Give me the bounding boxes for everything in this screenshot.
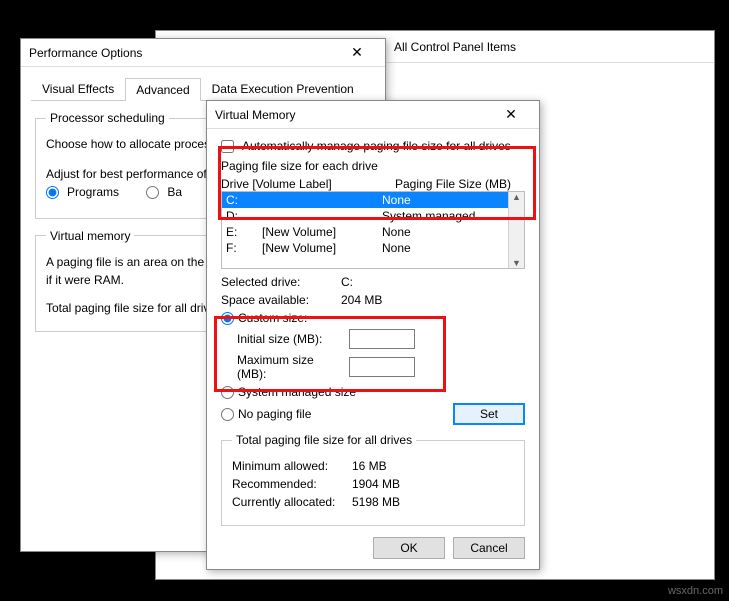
close-icon[interactable]: ✕	[491, 102, 531, 128]
drive-list-scrollbar[interactable]: ▲ ▼	[508, 192, 524, 268]
currently-allocated-value: 5198 MB	[352, 495, 400, 509]
radio-no-paging[interactable]: No paging file	[221, 407, 311, 421]
min-allowed-label: Minimum allowed:	[232, 459, 352, 473]
processor-scheduling-legend: Processor scheduling	[46, 111, 169, 125]
maximum-size-label: Maximum size (MB):	[237, 353, 341, 381]
virtual-memory-legend: Virtual memory	[46, 229, 134, 243]
radio-programs[interactable]: Programs	[46, 185, 119, 199]
close-icon[interactable]: ✕	[337, 40, 377, 66]
radio-custom-size[interactable]: Custom size:	[221, 311, 525, 325]
tab-visual-effects[interactable]: Visual Effects	[31, 77, 125, 100]
maximum-size-input[interactable]	[349, 357, 415, 377]
set-button[interactable]: Set	[453, 403, 525, 425]
performance-tabs: Visual Effects Advanced Data Execution P…	[31, 77, 375, 101]
initial-size-label: Initial size (MB):	[237, 332, 341, 346]
auto-manage-checkbox[interactable]: Automatically manage paging file size fo…	[221, 139, 525, 153]
table-row[interactable]: C:None	[222, 192, 508, 208]
tab-dep[interactable]: Data Execution Prevention	[201, 77, 365, 100]
tab-advanced[interactable]: Advanced	[125, 78, 200, 101]
table-row[interactable]: F:[New Volume]None	[222, 240, 508, 256]
col-drive-header: Drive [Volume Label]	[221, 177, 395, 191]
drive-list[interactable]: C:NoneD:System managedE:[New Volume]None…	[221, 191, 525, 269]
table-row[interactable]: E:[New Volume]None	[222, 224, 508, 240]
vm-ok-button[interactable]: OK	[373, 537, 445, 559]
min-allowed-value: 16 MB	[352, 459, 387, 473]
totals-legend: Total paging file size for all drives	[232, 433, 416, 447]
performance-options-title: Performance Options	[29, 46, 337, 60]
virtual-memory-dialog: Virtual Memory ✕ Automatically manage pa…	[206, 100, 540, 570]
initial-size-input[interactable]	[349, 329, 415, 349]
table-row[interactable]: D:System managed	[222, 208, 508, 224]
scroll-down-icon[interactable]: ▼	[512, 258, 521, 268]
control-panel-path: All Control Panel Items	[394, 40, 516, 54]
virtual-memory-title: Virtual Memory	[215, 108, 491, 122]
vm-cancel-button[interactable]: Cancel	[453, 537, 525, 559]
scroll-up-icon[interactable]: ▲	[512, 192, 521, 202]
currently-allocated-label: Currently allocated:	[232, 495, 352, 509]
recommended-label: Recommended:	[232, 477, 352, 491]
col-size-header: Paging File Size (MB)	[395, 177, 525, 191]
watermark: wsxdn.com	[668, 585, 723, 597]
paging-per-drive-label: Paging file size for each drive	[221, 159, 525, 173]
space-available-value: 204 MB	[341, 293, 382, 307]
selected-drive-label: Selected drive:	[221, 275, 341, 289]
space-available-label: Space available:	[221, 293, 341, 307]
radio-background[interactable]: Ba	[146, 185, 182, 199]
radio-system-managed[interactable]: System managed size	[221, 385, 525, 399]
recommended-value: 1904 MB	[352, 477, 400, 491]
selected-drive-value: C:	[341, 275, 353, 289]
totals-group: Total paging file size for all drives Mi…	[221, 433, 525, 526]
